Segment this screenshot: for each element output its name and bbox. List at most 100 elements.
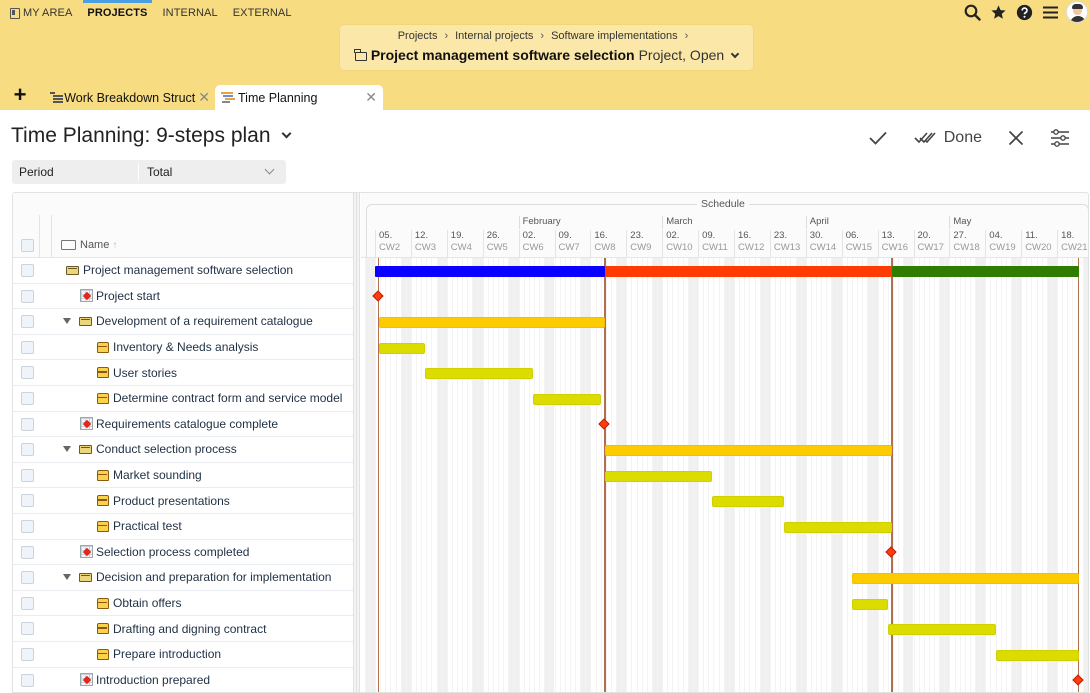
expand-toggle-icon[interactable]: [63, 574, 71, 581]
row-checkbox[interactable]: [21, 648, 34, 661]
period-filter[interactable]: Period Total: [12, 160, 286, 184]
table-row[interactable]: Project management software selection: [13, 258, 353, 284]
row-name[interactable]: Project management software selection: [83, 263, 293, 277]
row-name[interactable]: Determine contract form and service mode…: [113, 391, 342, 405]
row-name[interactable]: Inventory & Needs analysis: [113, 340, 258, 354]
help-button[interactable]: [1011, 0, 1037, 24]
project-selector[interactable]: Project management software selection Pro…: [340, 47, 753, 63]
row-name[interactable]: Drafting and digning contract: [113, 622, 266, 636]
row-name[interactable]: Market sounding: [113, 468, 202, 482]
row-checkbox[interactable]: [21, 571, 34, 585]
breadcrumb-item[interactable]: Projects: [398, 30, 438, 42]
breadcrumb-item[interactable]: Software implementations: [551, 30, 678, 42]
cancel-button[interactable]: [1008, 130, 1024, 146]
tab-work-breakdown-structure[interactable]: Work Breakdown Struct ✕: [50, 85, 210, 110]
table-row[interactable]: Drafting and digning contract: [13, 616, 353, 642]
day-gridline: [1021, 258, 1023, 692]
row-checkbox[interactable]: [21, 443, 34, 457]
row-checkbox[interactable]: [21, 468, 34, 482]
row-name[interactable]: Product presentations: [113, 494, 230, 508]
expand-toggle-icon[interactable]: [63, 318, 71, 325]
task-bar[interactable]: [604, 470, 713, 482]
row-name[interactable]: Conduct selection process: [96, 442, 237, 456]
row-checkbox[interactable]: [21, 340, 34, 354]
row-checkbox[interactable]: [21, 494, 34, 508]
row-checkbox[interactable]: [21, 264, 34, 277]
row-name[interactable]: Introduction prepared: [96, 673, 210, 687]
row-checkbox[interactable]: [21, 622, 34, 636]
row-name[interactable]: Requirements catalogue complete: [96, 417, 278, 431]
project-summary-bar-segment[interactable]: [604, 265, 892, 277]
row-name[interactable]: Selection process completed: [96, 545, 249, 559]
task-bar[interactable]: [712, 496, 785, 508]
row-name[interactable]: Obtain offers: [113, 596, 181, 610]
task-bar[interactable]: [532, 393, 602, 405]
table-row[interactable]: Determine contract form and service mode…: [13, 386, 353, 412]
table-row[interactable]: Conduct selection process: [13, 437, 353, 463]
name-column-header[interactable]: Name ↑: [61, 239, 117, 251]
tab-time-planning[interactable]: Time Planning ✕: [215, 85, 383, 110]
project-summary-bar-segment[interactable]: [375, 265, 605, 277]
row-checkbox[interactable]: [21, 417, 34, 431]
row-checkbox[interactable]: [21, 289, 34, 303]
select-all-checkbox[interactable]: [21, 239, 34, 252]
project-summary-bar-segment[interactable]: [891, 265, 1079, 277]
row-name[interactable]: User stories: [113, 366, 177, 380]
row-checkbox[interactable]: [21, 596, 34, 610]
nav-my-area[interactable]: MY AREA: [10, 0, 72, 26]
pane-splitter[interactable]: [353, 193, 360, 692]
close-tab-icon[interactable]: ✕: [365, 89, 377, 106]
milestone-marker[interactable]: [1071, 674, 1084, 687]
close-tab-icon[interactable]: ✕: [198, 89, 210, 106]
table-row[interactable]: Project start: [13, 284, 353, 310]
task-bar[interactable]: [996, 649, 1079, 661]
row-name[interactable]: Prepare introduction: [113, 647, 221, 661]
phase-bar[interactable]: [604, 445, 892, 456]
confirm-button[interactable]: [868, 130, 888, 146]
row-checkbox[interactable]: [21, 392, 34, 405]
nav-projects[interactable]: PROJECTS: [83, 0, 152, 26]
table-row[interactable]: Requirements catalogue complete: [13, 412, 353, 438]
table-row[interactable]: Introduction prepared: [13, 668, 353, 692]
day-gridline: [1005, 258, 1007, 692]
row-checkbox[interactable]: [21, 315, 34, 329]
settings-button[interactable]: [1050, 129, 1070, 147]
table-row[interactable]: User stories: [13, 360, 353, 386]
phase-bar[interactable]: [378, 317, 605, 328]
favorites-button[interactable]: [985, 0, 1011, 24]
task-bar[interactable]: [852, 598, 889, 610]
table-row[interactable]: Practical test: [13, 514, 353, 540]
table-row[interactable]: Inventory & Needs analysis: [13, 335, 353, 361]
row-checkbox[interactable]: [21, 545, 34, 559]
task-bar[interactable]: [784, 521, 892, 533]
table-row[interactable]: Obtain offers: [13, 591, 353, 617]
table-row[interactable]: Product presentations: [13, 488, 353, 514]
table-row[interactable]: Decision and preparation for implementat…: [13, 565, 353, 591]
phase-bar[interactable]: [852, 573, 1079, 584]
table-row[interactable]: Market sounding: [13, 463, 353, 489]
table-row[interactable]: Development of a requirement catalogue: [13, 309, 353, 335]
name-header-label: Name: [80, 239, 110, 251]
nav-external[interactable]: EXTERNAL: [233, 0, 292, 26]
row-name[interactable]: Project start: [96, 289, 160, 303]
add-tab-button[interactable]: +: [8, 84, 32, 108]
table-row[interactable]: Prepare introduction: [13, 642, 353, 668]
row-checkbox[interactable]: [21, 520, 34, 533]
row-name[interactable]: Decision and preparation for implementat…: [96, 570, 331, 584]
done-button[interactable]: Done: [914, 129, 982, 147]
page-title[interactable]: Time Planning: 9-steps plan: [11, 124, 291, 148]
user-avatar[interactable]: [1066, 1, 1088, 23]
expand-toggle-icon[interactable]: [63, 446, 71, 453]
menu-button[interactable]: [1037, 0, 1063, 24]
task-bar[interactable]: [425, 368, 533, 380]
breadcrumb-item[interactable]: Internal projects: [455, 30, 533, 42]
table-row[interactable]: Selection process completed: [13, 540, 353, 566]
task-bar[interactable]: [378, 342, 426, 354]
row-name[interactable]: Practical test: [113, 519, 182, 533]
nav-internal[interactable]: INTERNAL: [163, 0, 218, 26]
task-bar[interactable]: [888, 624, 997, 636]
search-button[interactable]: [959, 0, 985, 24]
row-checkbox[interactable]: [21, 673, 34, 687]
row-checkbox[interactable]: [21, 366, 34, 380]
row-name[interactable]: Development of a requirement catalogue: [96, 314, 313, 328]
